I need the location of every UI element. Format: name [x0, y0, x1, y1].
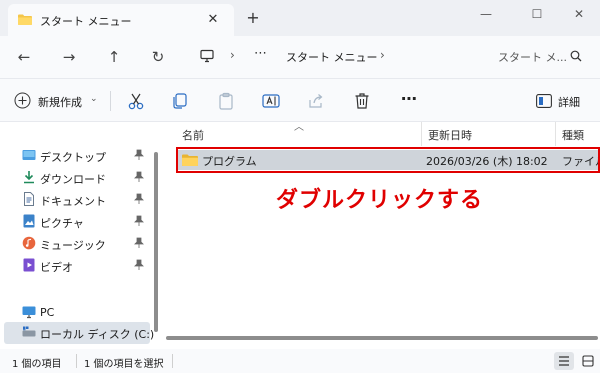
- details-pane-icon: [536, 94, 552, 108]
- status-bar: 1 個の項目 1 個の項目を選択: [0, 349, 600, 373]
- maximize-button[interactable]: ☐: [514, 0, 560, 28]
- details-view-button[interactable]: [554, 352, 574, 370]
- file-list: ︿ 名前 更新日時 種類 プログラム 2026/03/26 (木) 18:02 …: [166, 122, 600, 349]
- sidebar-item-label: ミュージック: [40, 239, 106, 252]
- cut-icon[interactable]: [126, 91, 146, 111]
- monitor-icon: [200, 49, 214, 63]
- sidebar-item-local-disk[interactable]: ローカル ディスク (C:): [22, 322, 155, 344]
- column-divider[interactable]: [555, 122, 556, 146]
- column-header-name[interactable]: 名前: [182, 122, 204, 144]
- tab-title: スタート メニュー: [40, 15, 132, 28]
- delete-icon[interactable]: [352, 91, 372, 111]
- title-bar: スタート メニュー ✕ + — ☐ ✕: [0, 0, 600, 36]
- breadcrumb-current[interactable]: スタート メニュー: [286, 49, 378, 65]
- sidebar-item-label: ローカル ディスク (C:): [40, 328, 155, 341]
- column-header-modified[interactable]: 更新日時: [428, 122, 472, 144]
- share-icon[interactable]: [306, 91, 326, 111]
- status-divider: [172, 354, 173, 368]
- drive-icon: [22, 326, 36, 337]
- command-bar: 新規作成 ⌄ ⋯ 詳細: [0, 78, 600, 122]
- more-options-icon[interactable]: ⋯: [398, 87, 420, 111]
- pc-icon: [22, 306, 36, 319]
- status-divider: [76, 354, 77, 368]
- pin-icon[interactable]: [134, 171, 144, 183]
- desktop-icon: [22, 150, 36, 160]
- tiles-view-icon: [582, 355, 594, 367]
- search-box[interactable]: スタート メ...: [484, 41, 592, 71]
- highlight-box: [176, 147, 600, 173]
- up-button[interactable]: ↑: [102, 45, 126, 69]
- minimize-button[interactable]: —: [463, 0, 509, 28]
- details-pane-button[interactable]: 詳細: [534, 89, 594, 113]
- sidebar-item-pictures[interactable]: ピクチャ: [22, 211, 152, 233]
- address-bar[interactable]: › ⋯ スタート メニュー ›: [188, 41, 470, 71]
- document-icon: [24, 192, 34, 206]
- chevron-down-icon: ⌄: [90, 94, 98, 104]
- column-divider[interactable]: [421, 122, 422, 146]
- forward-button[interactable]: →: [57, 45, 81, 69]
- download-icon: [24, 171, 34, 184]
- new-button-label: 新規作成: [38, 96, 82, 109]
- annotation-text: ダブルクリックする: [276, 188, 484, 213]
- copy-icon[interactable]: [170, 91, 190, 111]
- breadcrumb-chevron-icon[interactable]: ›: [230, 48, 235, 62]
- refresh-button[interactable]: ↻: [146, 45, 170, 69]
- pictures-icon: [23, 214, 35, 228]
- breadcrumb-overflow-icon[interactable]: ⋯: [254, 46, 268, 61]
- search-input[interactable]: スタート メ...: [498, 49, 568, 65]
- breadcrumb-chevron-icon[interactable]: ›: [380, 48, 385, 62]
- window-tab[interactable]: スタート メニュー ✕: [8, 4, 234, 36]
- list-view-icon: [559, 356, 569, 366]
- column-header-type[interactable]: 種類: [562, 122, 584, 144]
- details-label: 詳細: [558, 96, 580, 109]
- music-icon: [22, 236, 36, 250]
- sidebar-scrollbar[interactable]: [154, 152, 158, 332]
- sidebar-item-desktop[interactable]: デスクトップ: [22, 145, 152, 167]
- search-icon: [570, 50, 582, 62]
- toolbar-divider: [110, 91, 111, 111]
- close-tab-icon[interactable]: ✕: [204, 11, 222, 29]
- close-window-button[interactable]: ✕: [556, 0, 600, 28]
- pin-icon[interactable]: [134, 237, 144, 249]
- sidebar-item-documents[interactable]: ドキュメント: [22, 189, 152, 211]
- sidebar-item-label: ダウンロード: [40, 173, 106, 186]
- sidebar-item-this-pc[interactable]: PC: [22, 302, 152, 324]
- new-tab-button[interactable]: +: [244, 9, 262, 27]
- sidebar-item-label: ビデオ: [40, 261, 73, 274]
- tiles-view-button[interactable]: [578, 352, 598, 370]
- pin-icon[interactable]: [134, 193, 144, 205]
- status-selected-count: 1 個の項目を選択: [84, 359, 164, 370]
- plus-circle-icon: [14, 92, 31, 109]
- pin-icon[interactable]: [134, 215, 144, 227]
- sidebar-item-label: ドキュメント: [40, 195, 106, 208]
- navigation-pane: デスクトップ ダウンロード ドキュメント ピクチャ ミュージック ビデオ PC …: [0, 122, 165, 349]
- pin-icon[interactable]: [134, 149, 144, 161]
- status-item-count: 1 個の項目: [12, 359, 62, 370]
- back-button[interactable]: ←: [12, 45, 36, 69]
- sidebar-item-label: PC: [40, 306, 55, 319]
- navigation-bar: ← → ↑ ↻ › ⋯ スタート メニュー › スタート メ...: [0, 36, 600, 78]
- sort-ascending-icon: ︿: [294, 122, 304, 133]
- sidebar-item-music[interactable]: ミュージック: [22, 233, 152, 255]
- horizontal-scrollbar[interactable]: [166, 336, 598, 340]
- sidebar-item-videos[interactable]: ビデオ: [22, 255, 152, 277]
- rename-icon[interactable]: [261, 91, 281, 111]
- pin-icon[interactable]: [134, 259, 144, 271]
- folder-icon: [18, 14, 32, 25]
- video-icon: [23, 258, 35, 272]
- sidebar-item-label: ピクチャ: [40, 217, 84, 230]
- sidebar-item-downloads[interactable]: ダウンロード: [22, 167, 152, 189]
- paste-icon[interactable]: [216, 91, 236, 111]
- sidebar-item-label: デスクトップ: [40, 151, 106, 164]
